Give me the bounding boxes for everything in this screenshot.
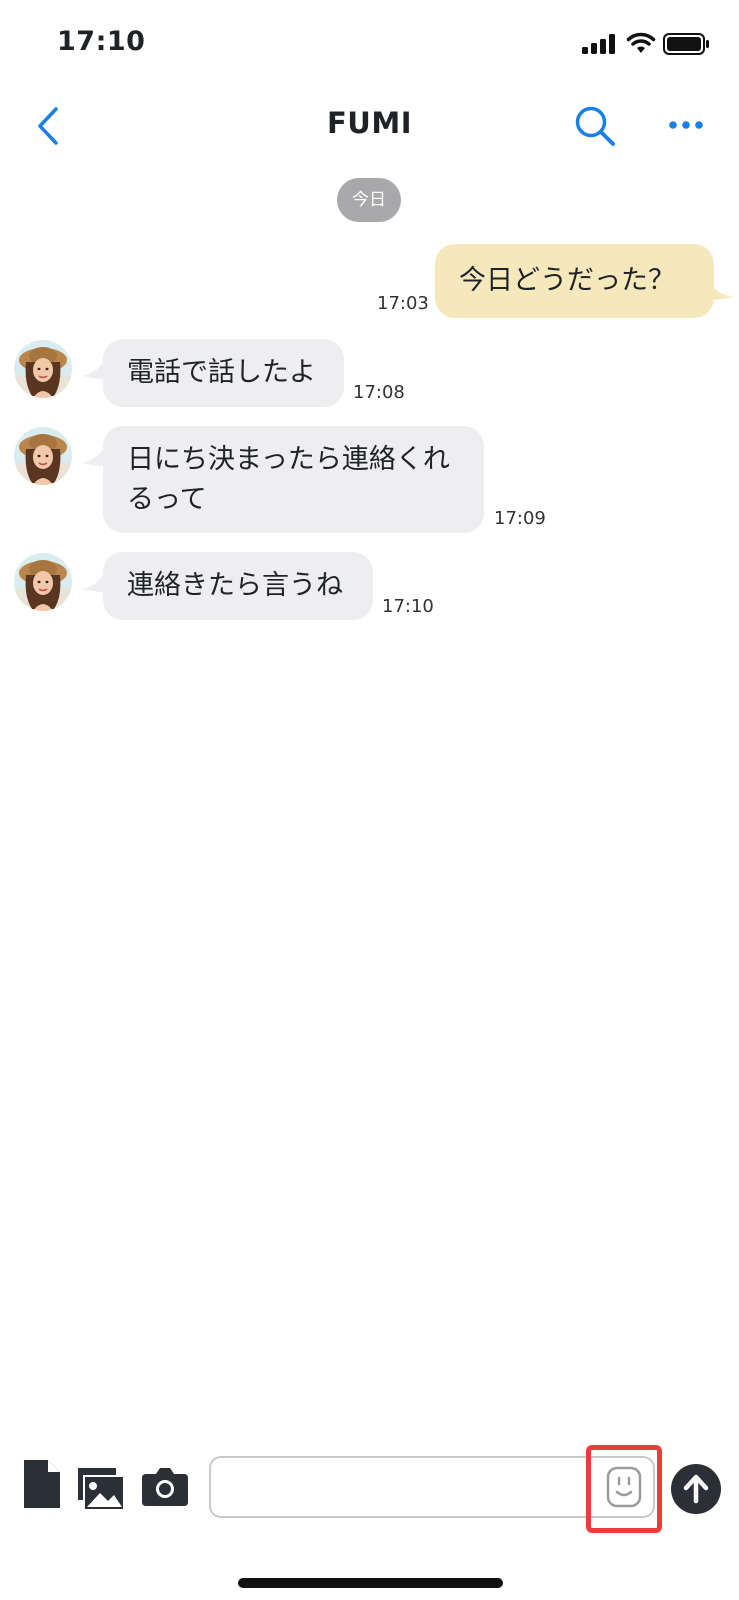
file-icon[interactable]	[22, 1458, 62, 1510]
wifi-icon	[626, 32, 656, 53]
more-icon[interactable]	[668, 112, 704, 138]
camera-icon[interactable]	[142, 1468, 188, 1506]
image-icon[interactable]	[78, 1468, 124, 1510]
arrow-up-icon	[683, 1474, 709, 1504]
bubble-tail	[708, 277, 734, 301]
avatar[interactable]	[14, 427, 72, 485]
message-time: 17:09	[494, 508, 546, 529]
incoming-message-bubble: 連絡きたら言うね	[103, 552, 373, 620]
avatar[interactable]	[14, 340, 72, 398]
emoji-icon[interactable]	[606, 1466, 642, 1508]
avatar[interactable]	[14, 553, 72, 611]
date-chip: 今日	[337, 178, 401, 222]
message-time: 17:10	[382, 596, 434, 617]
message-text-line: るって	[127, 484, 207, 515]
home-indicator	[238, 1578, 503, 1588]
message-time: 17:08	[353, 382, 405, 403]
search-icon[interactable]	[573, 104, 617, 148]
message-time: 17:03	[377, 293, 429, 314]
send-button[interactable]	[671, 1464, 721, 1514]
incoming-message-bubble: 日にち決まったら連絡くれ るって	[103, 426, 484, 533]
status-time: 17:10	[57, 26, 146, 57]
cellular-signal-icon	[582, 34, 615, 54]
page-title: FUMI	[326, 106, 412, 140]
incoming-message-bubble: 電話で話したよ	[103, 339, 344, 407]
battery-icon	[663, 33, 709, 55]
message-text-line: 日にち決まったら連絡くれ	[127, 444, 450, 475]
outgoing-message-bubble: 今日どうだった？	[435, 244, 714, 318]
